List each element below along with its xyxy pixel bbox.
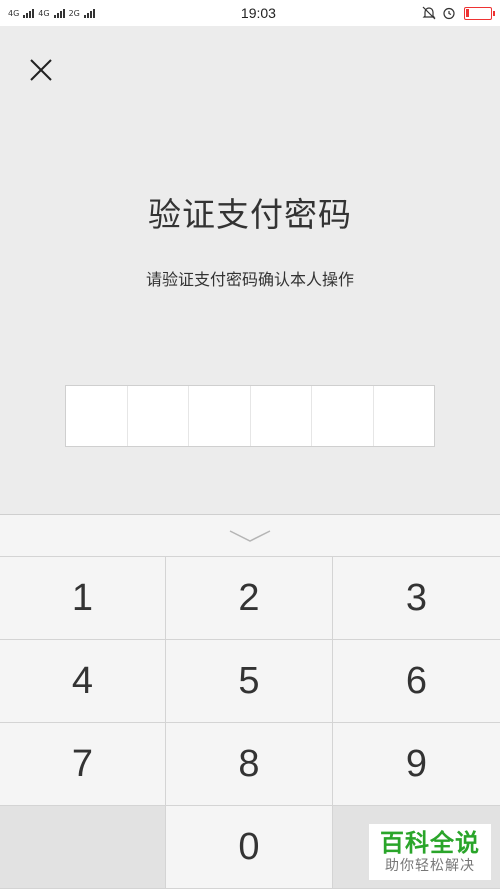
signal-bars-icon [53,8,65,18]
network-label-3: 2G [68,8,80,18]
status-bar: 4G 4G 2G 19:03 [0,0,500,26]
page-title: 验证支付密码 [148,195,352,234]
key-4[interactable]: 4 [0,640,166,723]
key-0[interactable]: 0 [166,806,333,889]
alarm-icon [443,7,455,20]
battery-icon [464,6,495,20]
watermark-logo: 百科全说 助你轻松解决 [369,824,491,880]
pin-cell [312,386,374,446]
collapse-keypad-button[interactable] [0,515,500,557]
pin-cell [251,386,312,446]
key-2[interactable]: 2 [166,557,333,640]
signal-3: 2G [68,8,80,18]
key-7[interactable]: 7 [0,723,166,806]
status-time: 19:03 [240,5,276,21]
close-button[interactable] [26,55,56,85]
signal-bars-icon [83,8,95,18]
signal-bars-icon [23,8,35,18]
signal-2: 4G [38,8,50,18]
pin-cell [66,386,128,446]
key-8[interactable]: 8 [166,723,333,806]
close-icon [30,59,52,81]
pin-cell [374,386,435,446]
status-icons [422,6,495,20]
blank-key [0,806,166,889]
key-5[interactable]: 5 [166,640,333,723]
watermark-main-text: 百科全说 [380,829,480,857]
page-subtitle: 请验证支付密码确认本人操作 [145,270,354,289]
watermark-sub-text: 助你轻松解决 [385,858,475,874]
signal-1: 4G [8,8,20,18]
bell-muted-icon [422,6,436,20]
pin-input[interactable] [65,385,435,447]
pin-cell [189,386,251,446]
network-label-2: 4G [38,8,50,18]
key-9[interactable]: 9 [333,723,500,806]
pin-cell [128,386,189,446]
network-label-1: 4G [8,8,20,18]
chevron-down-icon [229,529,271,542]
key-3[interactable]: 3 [333,557,500,640]
key-6[interactable]: 6 [333,640,500,723]
signal-group: 4G 4G 2G [8,8,95,18]
key-1[interactable]: 1 [0,557,166,640]
